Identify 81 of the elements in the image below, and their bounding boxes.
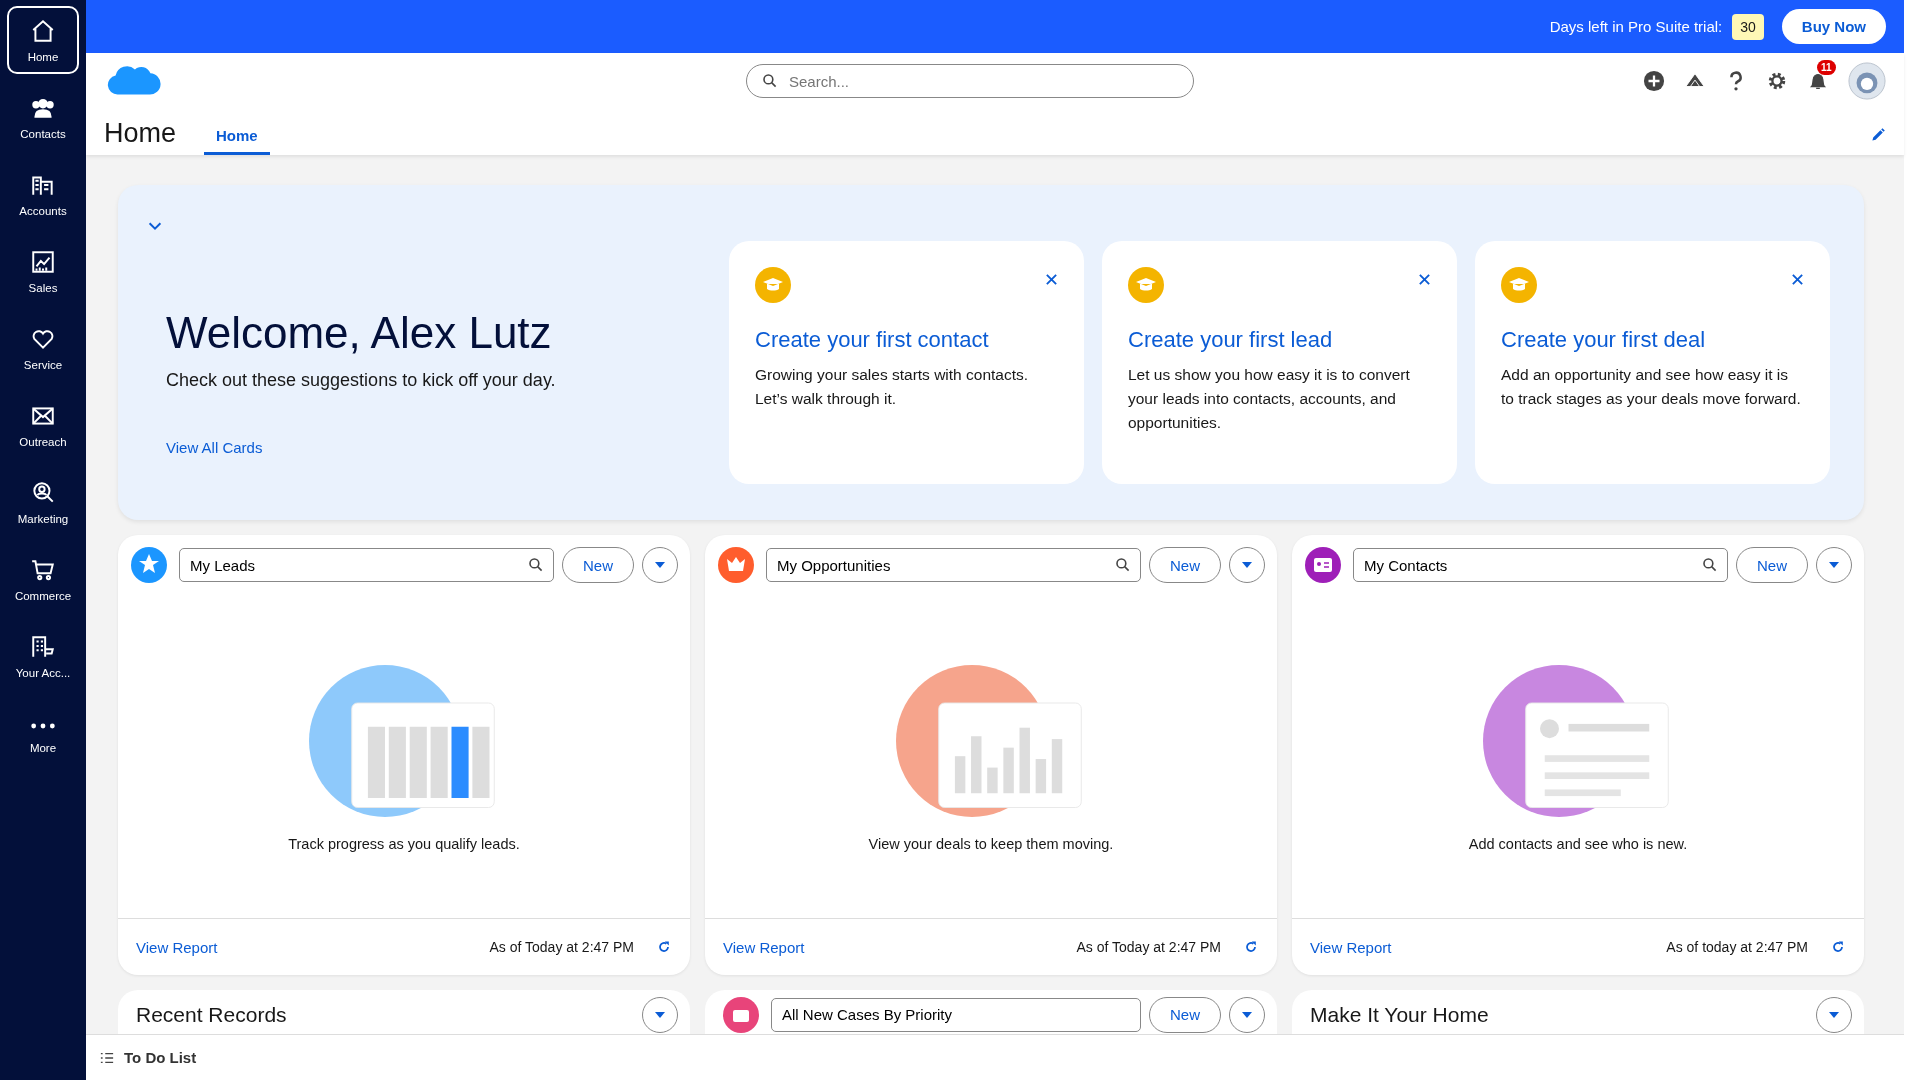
sidebar-item[interactable]: Outreach [7, 391, 79, 459]
empty-state-text: View your deals to keep them moving. [868, 835, 1114, 852]
sidebar-item[interactable]: Your Acc... [7, 622, 79, 690]
suggestion-title[interactable]: Create your first lead [1128, 327, 1431, 353]
sidebar-item[interactable]: Service [7, 314, 79, 382]
caret-icon [1828, 1010, 1840, 1019]
card-title: Recent Records [136, 1002, 287, 1027]
new-button[interactable]: New [1149, 547, 1221, 583]
settings-icon[interactable] [1766, 70, 1788, 92]
suggestion-text: Let us show you how easy it is to convert your leads into contacts, accounts, and opportunities. [1128, 365, 1411, 433]
trial-label: Days left in Pro Suite trial: [1549, 18, 1723, 35]
refresh-icon[interactable] [656, 939, 672, 955]
pencil-icon[interactable] [1870, 127, 1886, 143]
caret-icon [1828, 561, 1840, 569]
refresh-icon[interactable] [1830, 939, 1846, 955]
search-icon [762, 73, 778, 89]
buy-now-button[interactable]: Buy Now [1781, 9, 1886, 44]
sidebar-item[interactable]: Marketing [7, 468, 79, 536]
todo-bar[interactable]: To Do List [86, 1034, 1904, 1080]
search-icon [1115, 557, 1131, 573]
graduation-cap-icon [1128, 267, 1164, 303]
sidebar-item[interactable]: More [7, 699, 79, 767]
home-icon [30, 17, 56, 44]
list-view-field[interactable]: My Opportunities [766, 548, 1141, 582]
suggestion-text: Growing your sales starts with contacts. Let’s walk through it. [755, 365, 1030, 409]
sidebar-item[interactable]: Home [7, 6, 79, 74]
close-icon[interactable] [1418, 273, 1431, 286]
list-view-field[interactable]: My Leads [179, 548, 554, 582]
card-title: Make It Your Home [1310, 1002, 1489, 1027]
add-icon[interactable] [1643, 70, 1665, 92]
sidebar-item[interactable]: Contacts [7, 83, 79, 151]
notification-badge: 11 [1817, 60, 1836, 75]
page-tab[interactable]: Home [204, 127, 270, 155]
timestamp: As of Today at 2:47 PM [1076, 939, 1221, 955]
avatar-icon[interactable] [1848, 62, 1886, 100]
dropdown-button[interactable] [1229, 996, 1265, 1033]
view-report-link[interactable]: View Report [136, 938, 218, 956]
sidebar-item[interactable]: Accounts [7, 160, 79, 228]
suggestion-title[interactable]: Create your first contact [755, 327, 1058, 353]
dropdown-button[interactable] [642, 547, 678, 583]
dropdown-button[interactable] [1229, 547, 1265, 583]
sidebar-item[interactable]: Commerce [7, 545, 79, 613]
search-icon [1702, 557, 1718, 573]
close-icon[interactable] [1791, 273, 1804, 286]
building-cart-icon [30, 633, 56, 660]
new-button[interactable]: New [562, 547, 634, 583]
days-count: 30 [1732, 13, 1764, 40]
search-field[interactable]: Search... [746, 64, 1194, 98]
new-button[interactable]: New [1149, 996, 1221, 1033]
graduation-cap-icon [1501, 267, 1537, 303]
dropdown-button[interactable] [1816, 996, 1852, 1033]
close-icon[interactable] [1045, 273, 1058, 286]
list-icon [100, 1050, 114, 1065]
list-view-field[interactable]: My Contacts [1353, 548, 1728, 582]
dropdown-button[interactable] [642, 996, 678, 1033]
list-view-field[interactable]: All New Cases By Priority [771, 997, 1141, 1032]
caret-icon [654, 1010, 666, 1019]
view-all-cards-link[interactable]: View All Cards [166, 439, 263, 456]
caret-icon [1241, 561, 1253, 569]
todo-label: To Do List [124, 1049, 197, 1066]
suggestion-title[interactable]: Create your first deal [1501, 327, 1804, 353]
caret-icon [654, 561, 666, 569]
timestamp: As of Today at 2:47 PM [489, 939, 634, 955]
welcome-heading: Welcome, Alex Lutz [166, 308, 553, 358]
empty-state-text: Track progress as you qualify leads. [288, 835, 520, 852]
chart-icon [30, 248, 56, 275]
refresh-icon[interactable] [1243, 939, 1259, 955]
view-report-link[interactable]: View Report [723, 938, 805, 956]
timestamp: As of today at 2:47 PM [1666, 939, 1808, 955]
caret-icon [1241, 1010, 1253, 1019]
sidebar-item[interactable]: Sales [7, 237, 79, 305]
dots-icon [31, 722, 55, 729]
empty-state-text: Add contacts and see who is new. [1468, 835, 1688, 852]
view-report-link[interactable]: View Report [1310, 938, 1392, 956]
page-title: Home [104, 118, 177, 149]
graduation-cap-icon [755, 267, 791, 303]
dropdown-button[interactable] [1816, 547, 1852, 583]
welcome-subtitle: Check out these suggestions to kick off your day. [166, 370, 556, 391]
search-icon [528, 557, 544, 573]
suggestion-text: Add an opportunity and see how easy it is to track stages as your deals move forward. [1501, 365, 1802, 409]
new-button[interactable]: New [1736, 547, 1808, 583]
